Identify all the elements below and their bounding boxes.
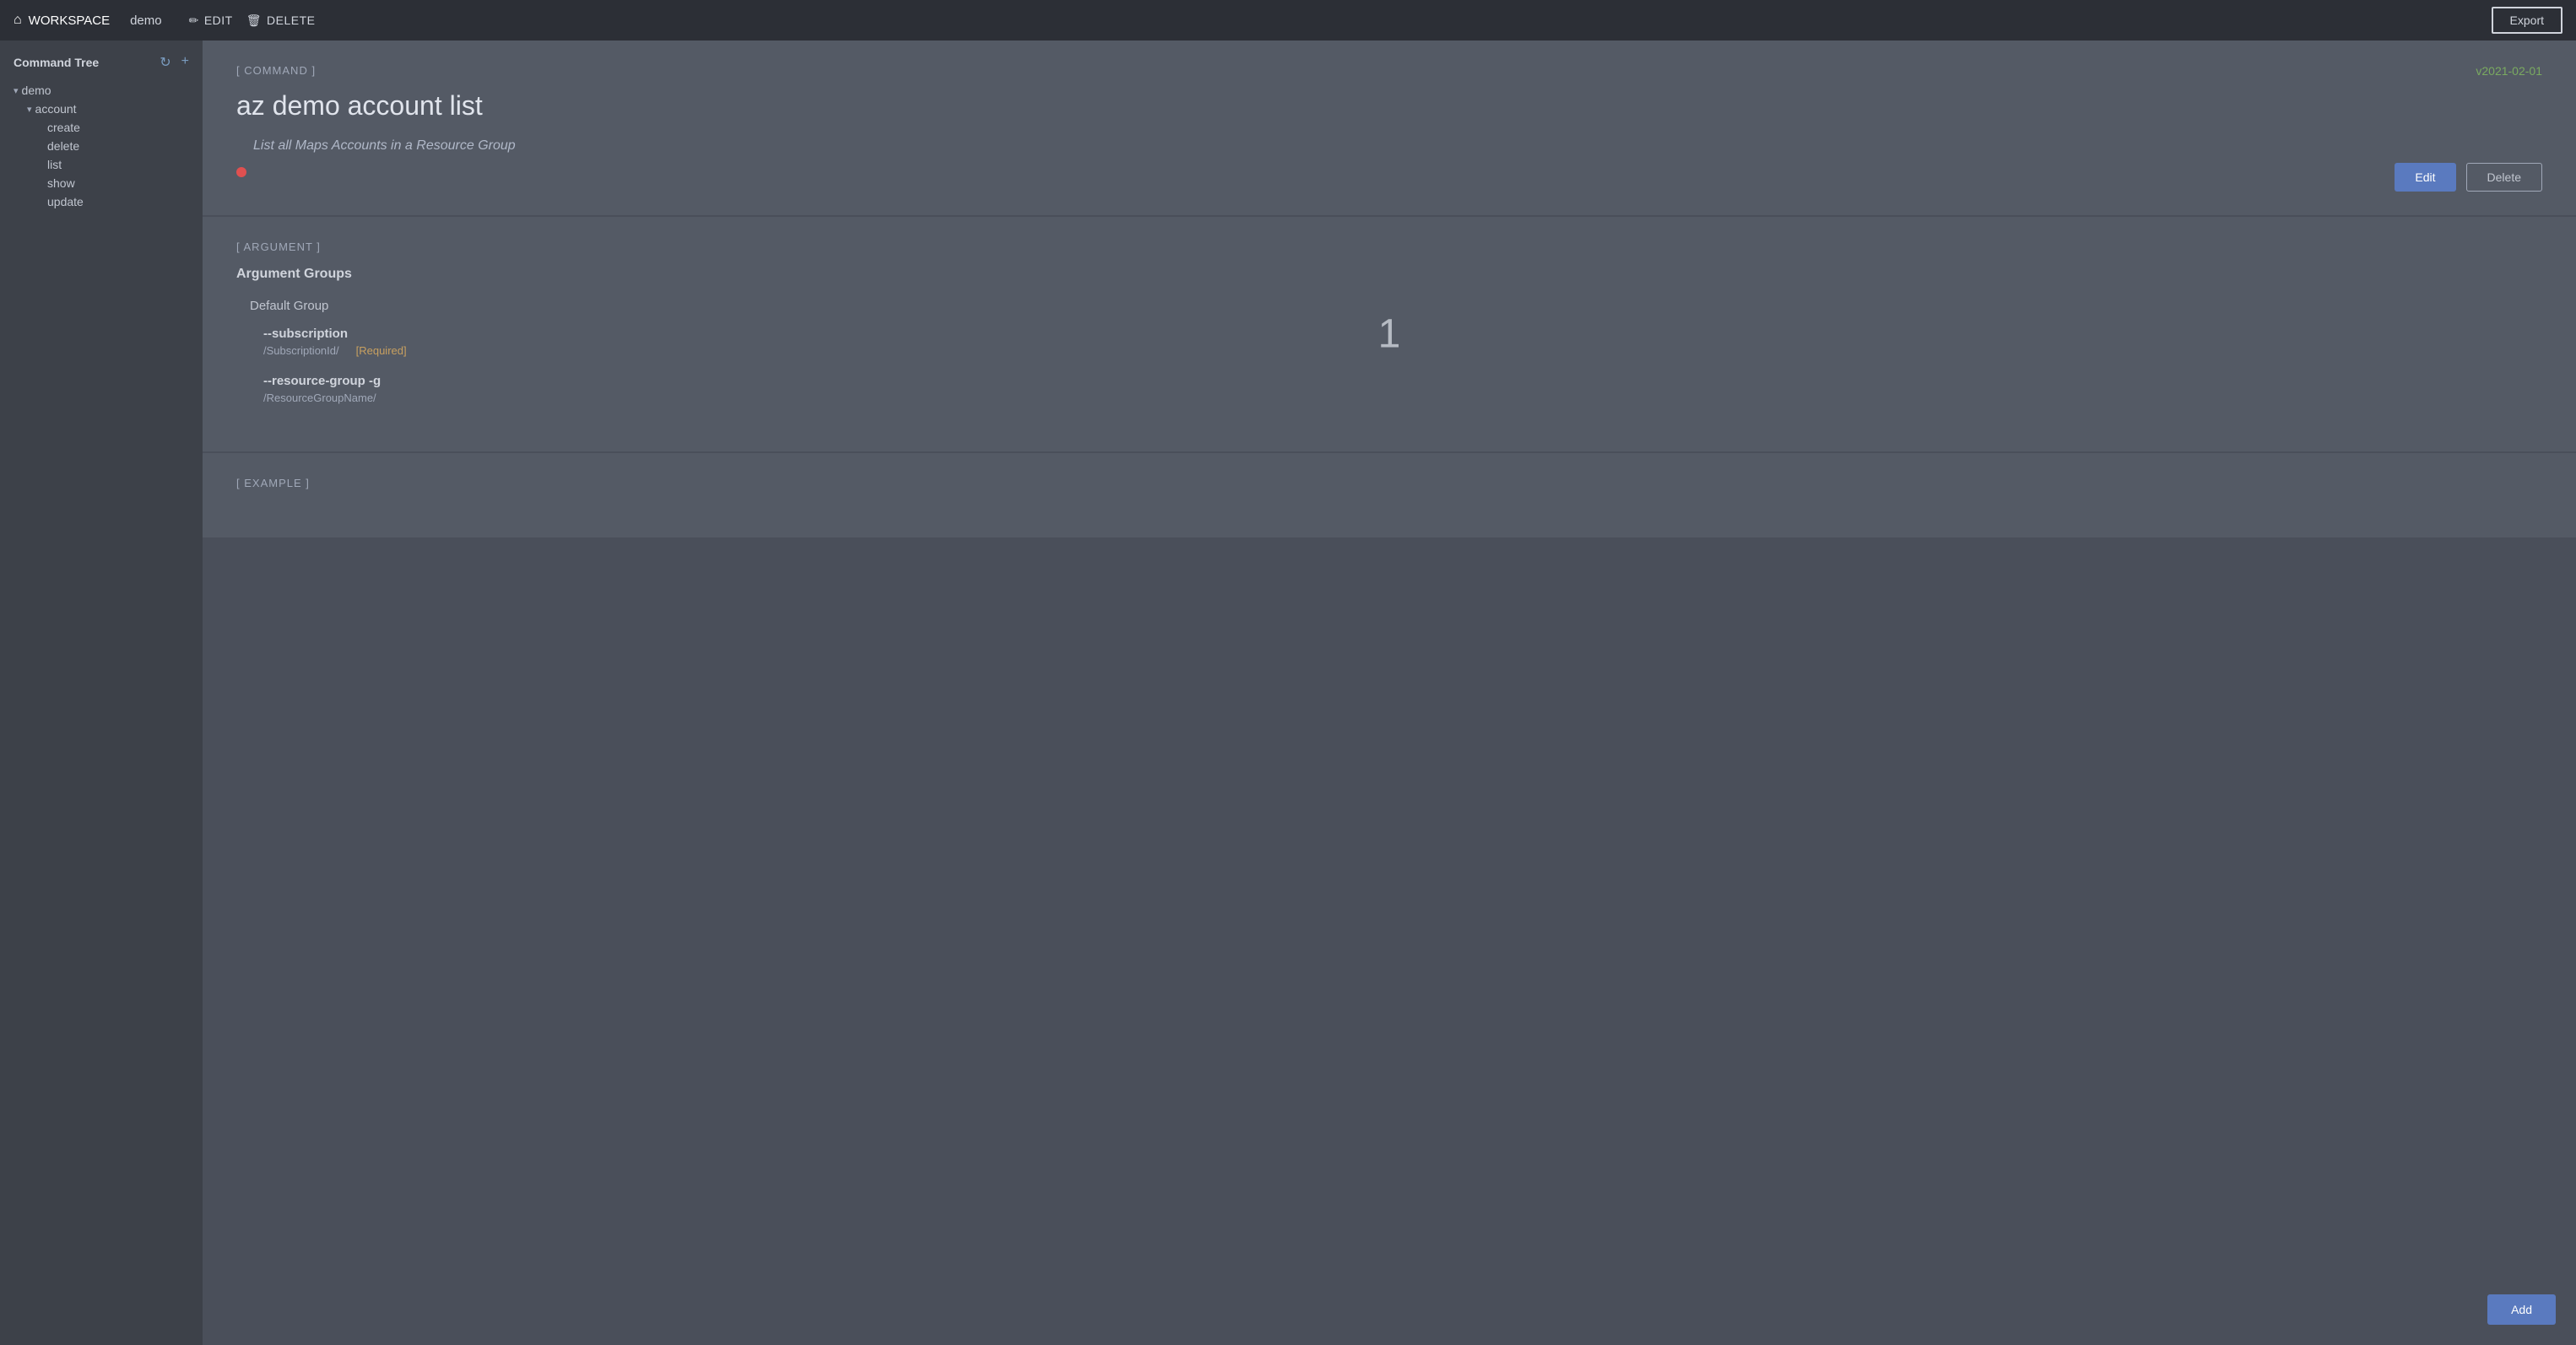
brand[interactable]: ⌂ WORKSPACE: [14, 13, 110, 28]
argument-name-resource-group: --resource-group -g: [263, 374, 2542, 388]
sidebar-item-demo[interactable]: ▾ demo: [0, 81, 203, 100]
argument-meta-resource-group: /ResourceGroupName/: [263, 392, 2542, 404]
sidebar-item-update[interactable]: update: [0, 192, 203, 211]
add-icon[interactable]: +: [181, 54, 189, 71]
sidebar-title: Command Tree: [14, 56, 99, 69]
sidebar-item-account[interactable]: ▾ account: [0, 100, 203, 118]
command-section: [ COMMAND ] v2021-02-01 az demo account …: [203, 41, 2576, 217]
argument-tag: [ ARGUMENT ]: [236, 240, 2542, 253]
home-icon: ⌂: [14, 13, 22, 28]
tree-label-list: list: [47, 158, 62, 171]
command-tag: [ COMMAND ]: [236, 64, 2542, 77]
chevron-icon: ▾: [14, 85, 19, 96]
chevron-icon: ▾: [27, 104, 32, 115]
edit-action[interactable]: ✏ EDIT: [189, 14, 233, 28]
command-title: az demo account list: [236, 90, 2542, 122]
version-label: v2021-02-01: [2476, 64, 2542, 78]
argument-path-resource-group: /ResourceGroupName/: [263, 392, 376, 404]
sidebar-item-show[interactable]: show: [0, 174, 203, 192]
argument-path-subscription: /SubscriptionId/: [263, 344, 339, 357]
argument-required-subscription: [Required]: [356, 344, 407, 357]
tree-label-demo: demo: [22, 84, 51, 97]
tree-label-create: create: [47, 121, 80, 134]
argument-number: 1: [1378, 311, 1401, 358]
example-tag: [ EXAMPLE ]: [236, 477, 2542, 489]
sidebar-header: Command Tree ↻ +: [0, 54, 203, 81]
sidebar-item-delete[interactable]: delete: [0, 137, 203, 155]
argument-groups-title: Argument Groups: [236, 267, 2542, 282]
content-area: [ COMMAND ] v2021-02-01 az demo account …: [203, 41, 2576, 1345]
edit-label: EDIT: [204, 14, 233, 27]
argument-meta-subscription: /SubscriptionId/ [Required]: [263, 344, 2542, 357]
delete-label: DELETE: [267, 14, 315, 27]
trash-icon: 🗑: [246, 14, 262, 28]
refresh-icon[interactable]: ↻: [160, 54, 170, 71]
pencil-icon: ✏: [189, 14, 199, 28]
add-button[interactable]: Add: [2487, 1294, 2556, 1325]
tree-label-update: update: [47, 195, 84, 208]
command-delete-button[interactable]: Delete: [2466, 163, 2542, 192]
tree-label-show: show: [47, 176, 75, 190]
argument-section: [ ARGUMENT ] 1 Argument Groups Default G…: [203, 217, 2576, 453]
nav-actions: ✏ EDIT 🗑 DELETE: [189, 14, 316, 28]
workspace-label: WORKSPACE: [29, 14, 110, 28]
top-nav: ⌂ WORKSPACE demo ✏ EDIT 🗑 DELETE Export: [0, 0, 2576, 41]
example-section: [ EXAMPLE ]: [203, 453, 2576, 537]
command-actions: Edit Delete: [2395, 163, 2542, 192]
command-description: List all Maps Accounts in a Resource Gro…: [236, 138, 2542, 154]
nav-right: Export: [2492, 7, 2562, 34]
red-dot-indicator: [236, 167, 246, 177]
sidebar-item-list[interactable]: list: [0, 155, 203, 174]
argument-name-subscription: --subscription: [263, 327, 2542, 341]
sidebar-icons: ↻ +: [160, 54, 189, 71]
delete-action[interactable]: 🗑 DELETE: [246, 14, 316, 28]
command-edit-button[interactable]: Edit: [2395, 163, 2455, 192]
export-button[interactable]: Export: [2492, 7, 2562, 34]
sidebar: Command Tree ↻ + ▾ demo ▾ account create…: [0, 41, 203, 1345]
demo-label: demo: [130, 14, 162, 28]
tree-label-account: account: [35, 102, 77, 116]
argument-item-resource-group: --resource-group -g /ResourceGroupName/: [236, 374, 2542, 404]
main-layout: Command Tree ↻ + ▾ demo ▾ account create…: [0, 41, 2576, 1345]
sidebar-item-create[interactable]: create: [0, 118, 203, 137]
tree-label-delete: delete: [47, 139, 79, 153]
